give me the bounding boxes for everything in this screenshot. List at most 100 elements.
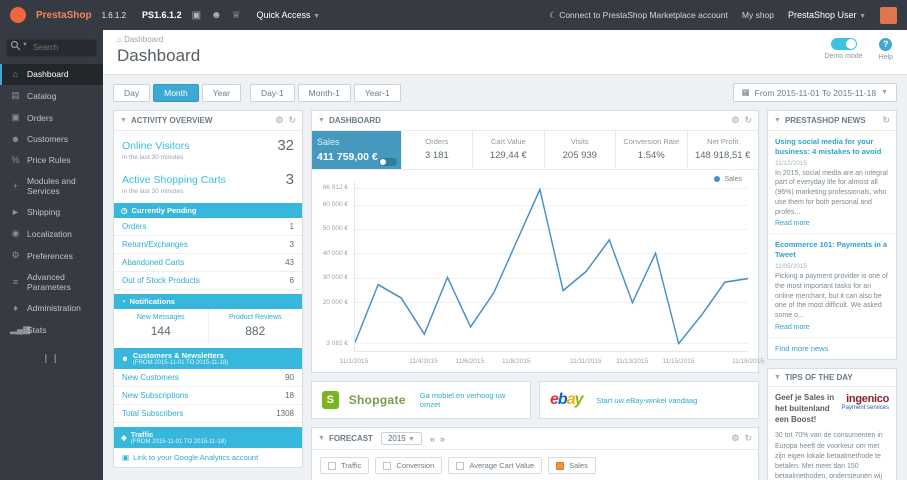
sidebar-item-shipping[interactable]: ► Shipping <box>0 202 103 223</box>
pending-orders-link[interactable]: Orders <box>122 222 146 231</box>
plus-icon: + <box>12 181 19 191</box>
forecast-sales-checkbox[interactable]: Sales <box>548 457 596 474</box>
kpi-value: 3 181 <box>424 150 449 161</box>
product-reviews-value: 882 <box>245 324 266 338</box>
demo-mode-label: Demo mode <box>824 53 863 60</box>
sidebar-item-label: Price Rules <box>27 155 71 165</box>
refresh-icon[interactable]: ↻ <box>882 115 890 126</box>
sidebar-item-label: Dashboard <box>27 69 69 79</box>
sales-toggle[interactable] <box>378 158 397 166</box>
forecast-year-select[interactable]: 2015 ▼ <box>380 432 422 445</box>
range-year-1-button[interactable]: Year-1 <box>353 83 401 102</box>
returns-value: 3 <box>289 240 294 249</box>
kpi-sales[interactable]: Sales 411 759,00 € <box>312 131 402 169</box>
shopgate-icon: S <box>322 391 339 409</box>
content: Day Month Year Day-1 Month-1 Year-1 ▦ Fr… <box>103 75 907 480</box>
demo-mode-toggle[interactable] <box>830 38 857 50</box>
new-customers-value: 90 <box>285 373 294 382</box>
checkbox-icon <box>556 461 565 470</box>
sidebar-item-catalog[interactable]: ▤ Catalog <box>0 85 103 107</box>
ebay-module-card: ebay Start uw eBay-winkel vandaag <box>539 381 759 419</box>
read-more-link[interactable]: Read more <box>775 220 889 227</box>
customer-icon[interactable]: ☻ <box>211 10 222 21</box>
sidebar-item-dashboard[interactable]: ⌂ Dashboard <box>0 63 103 85</box>
sidebar-item-administration[interactable]: ♦ Administration <box>0 298 103 319</box>
find-more-news-link[interactable]: Find more news <box>768 338 896 359</box>
refresh-icon[interactable]: ↻ <box>744 433 752 444</box>
next-period-icon[interactable]: » <box>440 434 445 444</box>
section-subtitle: (FROM 2015-11-01 TO 2015-11-18) <box>132 360 229 366</box>
range-month-1-button[interactable]: Month-1 <box>297 83 351 102</box>
trophy-icon[interactable]: ♕ <box>232 10 241 21</box>
y-tick-label: 30 000 € <box>322 274 348 282</box>
y-tick-label: 50 000 € <box>322 225 348 233</box>
forecast-average-cart-value-checkbox[interactable]: Average Cart Value <box>448 457 543 474</box>
kpi-label: Net Profit <box>707 137 739 146</box>
kpi-label: Cart Value <box>490 137 526 146</box>
kpi-cart-value[interactable]: Cart Value 129,44 € <box>473 131 545 169</box>
gear-icon[interactable]: ⚙ <box>275 115 283 126</box>
new-customers-link[interactable]: New Customers <box>122 373 179 382</box>
gear-icon[interactable]: ⚙ <box>731 433 739 444</box>
forecast-conversion-checkbox[interactable]: Conversion <box>375 457 443 474</box>
quick-access-menu[interactable]: Quick Access ▼ <box>257 10 320 20</box>
news-article-link[interactable]: Using social media for your business: 4 … <box>775 137 889 157</box>
range-day-1-button[interactable]: Day-1 <box>249 83 295 102</box>
help-icon[interactable]: ? <box>879 38 893 51</box>
tips-of-the-day-panel: ▼ TIPS OF THE DAY Geef je Sales in het b… <box>767 367 897 480</box>
refresh-icon[interactable]: ↻ <box>744 115 752 126</box>
date-range-picker[interactable]: ▦ From 2015-11-01 To 2015-11-18 ▼ <box>732 83 897 102</box>
traffic-header: ◈ Traffic (FROM 2015-11-01 TO 2015-11-18… <box>114 427 302 448</box>
x-tick-label: 11/15/2015 <box>662 358 695 365</box>
range-day-button[interactable]: Day <box>113 83 151 102</box>
range-year-button[interactable]: Year <box>201 83 241 102</box>
out-of-stock-link[interactable]: Out of Stock Products <box>122 276 200 285</box>
ebay-cta-link[interactable]: Start uw eBay-winkel vandaag <box>597 396 698 405</box>
kpi-label: Visits <box>570 137 589 146</box>
x-tick-label: 11/11/2015 <box>569 358 602 365</box>
shopgate-cta-link[interactable]: Ga mobiel en verhoog uw omzet <box>420 391 520 409</box>
active-carts-link[interactable]: Active Shopping Carts <box>122 174 226 186</box>
x-tick-label: 11/4/2015 <box>409 358 438 365</box>
chart-x-axis: 11/1/2015 11/4/2015 11/6/2015 11/8/2015 11/1… <box>340 356 764 368</box>
chip-label: Average Cart Value <box>469 461 535 470</box>
read-more-link[interactable]: Read more <box>775 324 889 331</box>
marketplace-link[interactable]: ☾ Connect to PrestaShop Marketplace acco… <box>549 10 728 21</box>
avatar[interactable] <box>880 6 897 24</box>
checkbox-icon <box>456 461 465 470</box>
sidebar-item-label: Customers <box>27 134 69 144</box>
my-shop-link[interactable]: My shop <box>742 10 774 20</box>
range-month-button[interactable]: Month <box>153 83 199 102</box>
new-messages-cell[interactable]: New Messages 144 <box>114 309 209 344</box>
previous-period-icon[interactable]: « <box>430 434 435 444</box>
google-analytics-link[interactable]: ▣ Link to your Google Analytics account <box>114 448 302 467</box>
app-name: PrestaShop <box>36 9 92 21</box>
refresh-icon[interactable]: ↻ <box>288 115 296 126</box>
sidebar-item-orders[interactable]: ▣ Orders <box>0 107 103 129</box>
sidebar-collapse-icon[interactable]: ❙❙ <box>0 341 103 364</box>
sidebar-item-customers[interactable]: ☻ Customers <box>0 129 103 150</box>
sidebar-item-price-rules[interactable]: % Price Rules <box>0 150 103 171</box>
sidebar-item-localization[interactable]: ◉ Localization <box>0 223 103 245</box>
user-menu[interactable]: PrestaShop User ▼ <box>788 10 866 20</box>
abandoned-carts-link[interactable]: Abandoned Carts <box>122 258 184 267</box>
y-tick-label: 60 000 € <box>322 200 348 208</box>
kpi-net-profit[interactable]: Net Profit 148 918,51 € <box>688 131 758 169</box>
sidebar-item-preferences[interactable]: ⚙ Preferences <box>0 245 103 267</box>
total-subscribers-link[interactable]: Total Subscribers <box>122 409 183 418</box>
online-visitors-link[interactable]: Online Visitors <box>122 140 190 152</box>
kpi-conversion-rate[interactable]: Conversion Rate 1.54% <box>616 131 688 169</box>
new-subscriptions-link[interactable]: New Subscriptions <box>122 391 188 400</box>
sidebar-item-advanced-parameters[interactable]: ≡ Advanced Parameters <box>0 267 103 298</box>
product-reviews-cell[interactable]: Product Reviews 882 <box>209 309 303 344</box>
forecast-traffic-checkbox[interactable]: Traffic <box>320 457 370 474</box>
sidebar-item-modules[interactable]: + Modules and Services <box>0 171 103 202</box>
kpi-orders[interactable]: Orders 3 181 <box>402 131 474 169</box>
returns-link[interactable]: Return/Exchanges <box>122 240 188 249</box>
gear-icon[interactable]: ⚙ <box>731 115 739 126</box>
sidebar-item-stats[interactable]: ▂▄▆ Stats <box>0 319 103 341</box>
kpi-visits[interactable]: Visits 205 939 <box>545 131 617 169</box>
news-article-link[interactable]: Ecommerce 101: Payments in a Tweet <box>775 240 889 260</box>
new-subscriptions-value: 18 <box>285 391 294 400</box>
cart-icon[interactable]: ▣ <box>192 10 201 21</box>
